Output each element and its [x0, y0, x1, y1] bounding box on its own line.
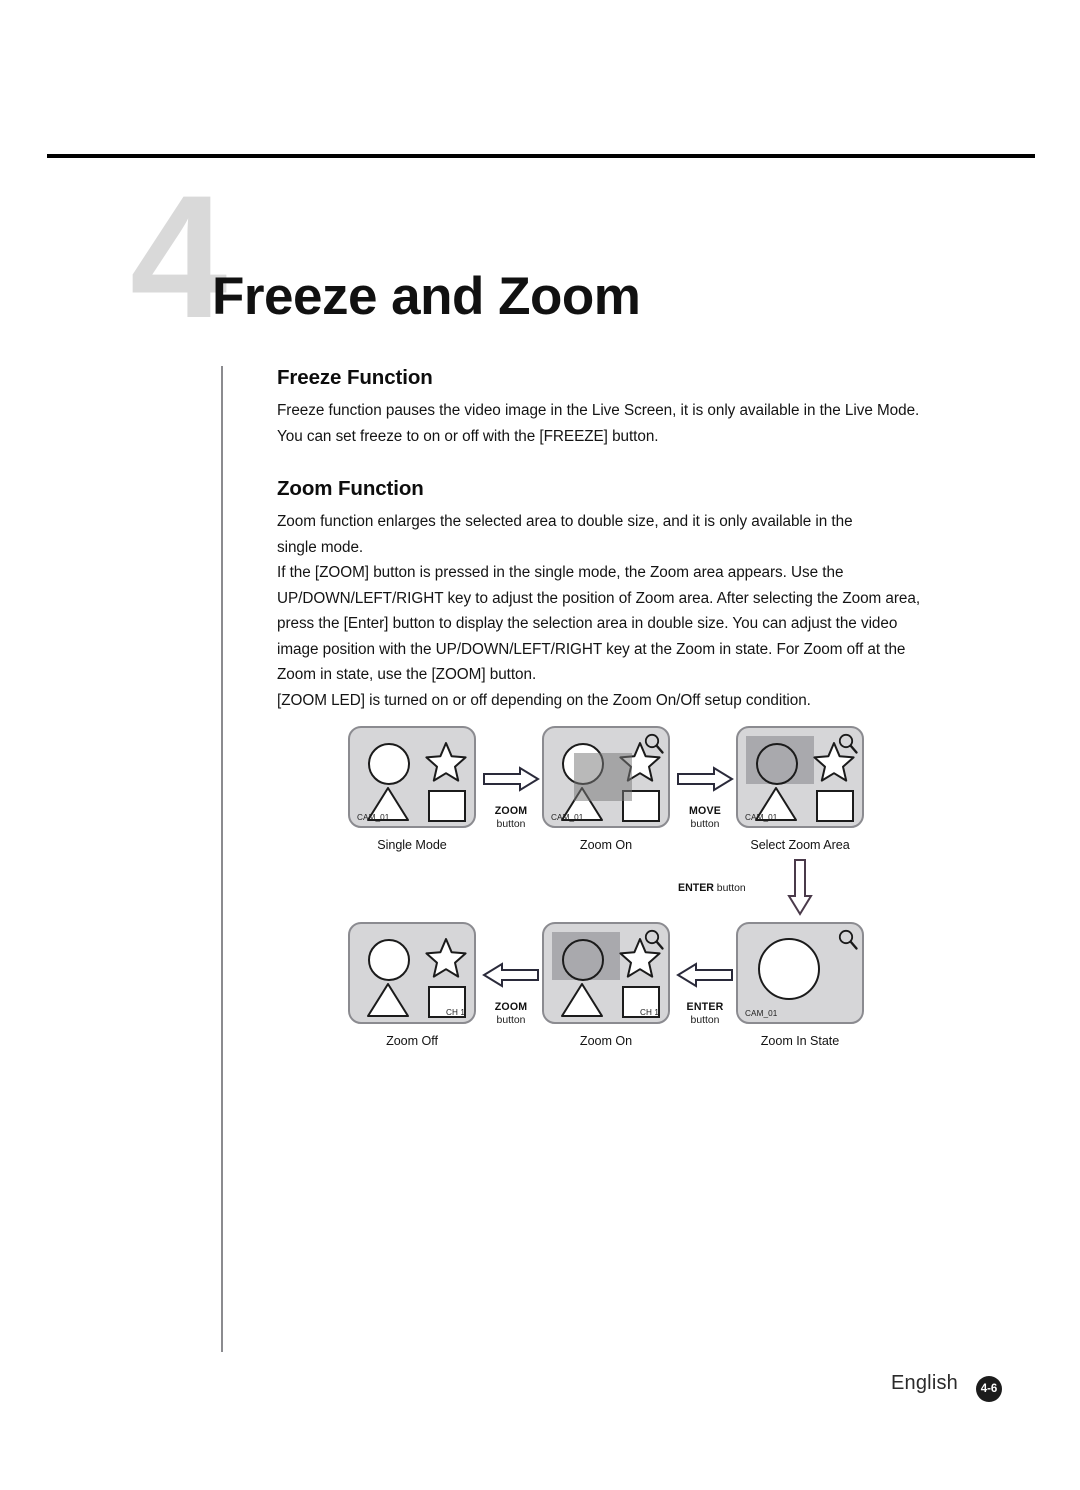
shape-star: [425, 938, 467, 978]
transition-zoom-1: ZOOM button: [482, 766, 540, 831]
footer-language-label: English: [891, 1372, 958, 1394]
transition-button-name: ENTER: [686, 1001, 724, 1013]
transition-button-name: ZOOM: [494, 805, 528, 817]
panel-caption-select-zoom-area: Select Zoom Area: [750, 838, 850, 852]
section-heading-zoom-function: Zoom Function: [277, 477, 424, 500]
shape-circle-enlarged: [758, 938, 820, 1000]
paragraph-zoom-function: Zoom function enlarges the selected area…: [277, 509, 977, 713]
transition-zoom-2: ZOOM button: [482, 962, 540, 1027]
panel-camera-label: CAM_01: [551, 813, 584, 822]
panel-camera-label: CAM_01: [745, 813, 778, 822]
content-column: Freeze Function Freeze function pauses t…: [277, 366, 977, 713]
text-line: UP/DOWN/LEFT/RIGHT key to adjust the pos…: [277, 589, 921, 607]
transition-button-name: ENTER: [678, 882, 714, 894]
shape-circle: [562, 939, 604, 981]
transition-enter-2: ENTER button: [676, 962, 734, 1027]
left-vertical-divider: [221, 366, 223, 1352]
panel-zoom-off: CH 1: [348, 922, 476, 1024]
shape-star: [425, 742, 467, 782]
arrow-down-icon: [787, 859, 813, 916]
paragraph-freeze-function: Freeze function pauses the video image i…: [277, 398, 977, 449]
panel-camera-label: CH 1: [639, 1008, 659, 1017]
panel-camera-label: CAM_01: [357, 813, 390, 822]
transition-move-1: MOVE button: [676, 766, 734, 831]
panel-zoom-in-state: CAM_01: [736, 922, 864, 1024]
panel-caption-single-mode: Single Mode: [377, 838, 447, 852]
text-line: Zoom function enlarges the selected area…: [277, 513, 853, 530]
footer-page-number: 4-6: [976, 1376, 1002, 1402]
panel-caption-zoom-in-state: Zoom In State: [760, 1034, 840, 1048]
arrow-right-icon: [677, 766, 734, 792]
transition-button-sub: button: [496, 819, 526, 830]
transition-button-name: MOVE: [689, 805, 721, 817]
panel-camera-label: CH 1: [445, 1008, 465, 1017]
chapter-title: Freeze and Zoom: [212, 267, 641, 326]
shape-square: [428, 790, 466, 822]
shape-circle: [756, 743, 798, 785]
arrow-right-icon: [483, 766, 540, 792]
magnifier-icon: [838, 929, 858, 950]
panel-single-mode: CAM_01: [348, 726, 476, 828]
header-rule: [47, 154, 1035, 158]
text-line: press the [Enter] button to display the …: [277, 615, 898, 632]
chapter-number: 4: [130, 160, 227, 355]
text-line: Zoom in state, use the [ZOOM] button.: [277, 666, 537, 683]
transition-button-name: ZOOM: [494, 1001, 528, 1013]
zoom-selection-overlay: [574, 753, 632, 801]
page-footer: English 4-6: [0, 1372, 1080, 1412]
shape-triangle: [561, 983, 603, 1017]
panel-zoom-on-top: CAM_01: [542, 726, 670, 828]
text-line: single mode.: [277, 538, 364, 556]
magnifier-icon: [838, 733, 858, 754]
transition-enter-vertical: [785, 858, 825, 921]
panel-select-zoom-area: CAM_01: [736, 726, 864, 828]
arrow-left-icon: [482, 962, 539, 988]
transition-button-sub: button: [690, 819, 720, 830]
shape-circle: [368, 939, 410, 981]
chapter-heading: 4 Freeze and Zoom: [130, 170, 890, 345]
shape-square: [816, 790, 854, 822]
arrow-left-icon: [676, 962, 733, 988]
text-line: If the [ZOOM] button is pressed in the s…: [277, 564, 844, 581]
transition-button-sub: button: [496, 1015, 526, 1026]
zoom-workflow-diagram: CAM_01 Single Mode ZOOM button CAM_01 Zo…: [330, 700, 910, 1048]
panel-camera-label: CAM_01: [745, 1009, 778, 1018]
transition-button-sub: button: [716, 883, 746, 894]
section-heading-freeze-function: Freeze Function: [277, 366, 433, 389]
transition-button-sub: button: [690, 1015, 720, 1026]
text-line: You can set freeze to on or off with the…: [277, 427, 659, 445]
panel-caption-zoom-on-top: Zoom On: [579, 838, 633, 852]
magnifier-icon: [644, 929, 664, 950]
shape-triangle: [367, 983, 409, 1017]
text-line: Freeze function pauses the video image i…: [277, 402, 920, 419]
text-line: image position with the UP/DOWN/LEFT/RIG…: [277, 640, 906, 658]
panel-caption-zoom-off: Zoom Off: [386, 1034, 438, 1048]
magnifier-icon: [644, 733, 664, 754]
transition-enter-vertical-label: ENTER button: [678, 882, 746, 894]
shape-circle: [368, 743, 410, 785]
panel-zoom-on-bottom: CH 1: [542, 922, 670, 1024]
panel-caption-zoom-on-bottom: Zoom On: [579, 1034, 633, 1048]
